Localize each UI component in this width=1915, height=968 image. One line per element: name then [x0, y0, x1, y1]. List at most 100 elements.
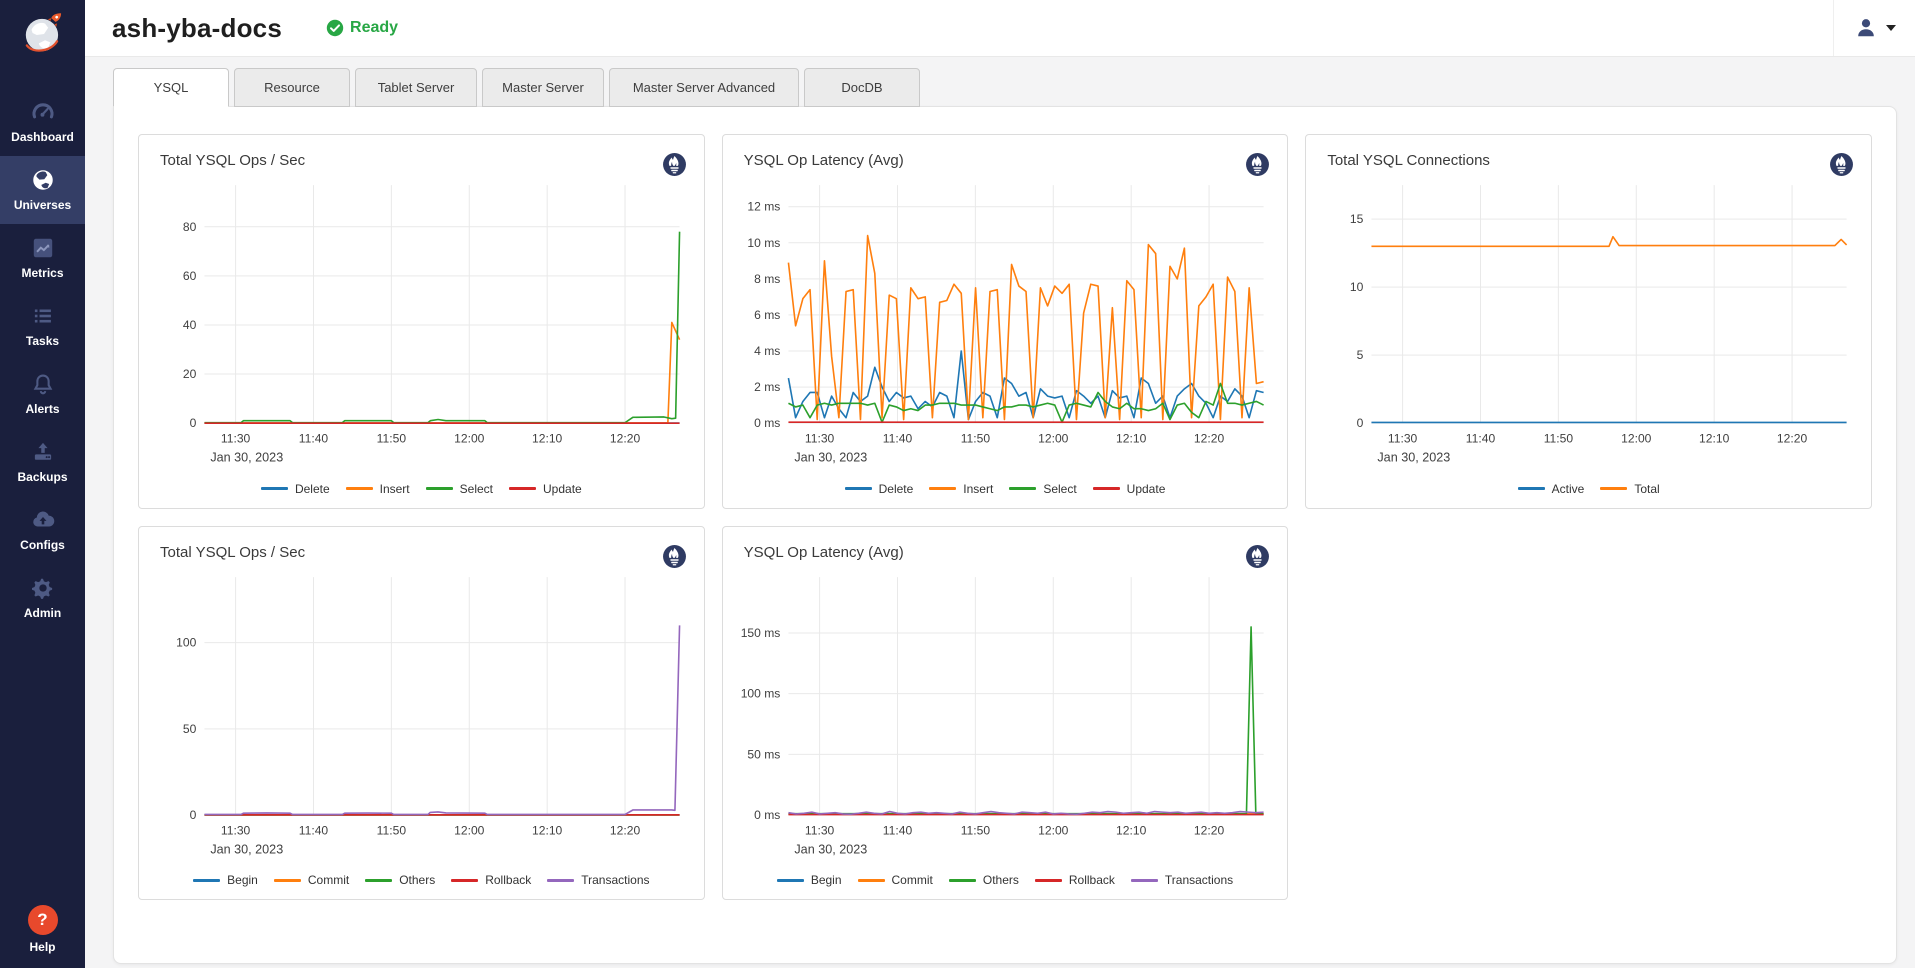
charts-grid: Total YSQL Ops / Sec 11:3011:4011:5012:0…: [138, 134, 1872, 900]
svg-text:11:50: 11:50: [377, 431, 407, 445]
user-avatar-icon: [1853, 15, 1879, 41]
gear-icon: [30, 575, 56, 601]
legend-swatch: [858, 879, 885, 882]
svg-text:11:30: 11:30: [221, 823, 251, 837]
legend-item[interactable]: Update: [509, 482, 582, 496]
legend-item[interactable]: Others: [365, 873, 435, 887]
legend-item[interactable]: Update: [1093, 482, 1166, 496]
tab-content-card: Total YSQL Ops / Sec 11:3011:4011:5012:0…: [113, 106, 1897, 964]
svg-text:10 ms: 10 ms: [747, 236, 780, 250]
legend-item[interactable]: Rollback: [451, 873, 531, 887]
legend-swatch: [346, 487, 373, 490]
prometheus-link-icon[interactable]: [1245, 152, 1270, 177]
sidebar-item-alerts[interactable]: Alerts: [0, 360, 85, 428]
tab-master-server[interactable]: Master Server: [482, 68, 604, 107]
chart-canvas: 11:3011:4011:5012:0012:1012:200 ms2 ms4 …: [738, 177, 1273, 480]
legend-swatch: [426, 487, 453, 490]
legend-swatch: [193, 879, 220, 882]
legend-item[interactable]: Delete: [261, 482, 330, 496]
svg-text:11:40: 11:40: [299, 823, 329, 837]
chart-legend: Active Total: [1321, 480, 1856, 502]
chart-legend: Begin Commit Others Rollback Transactions: [738, 871, 1273, 893]
tab-master-server-advanced[interactable]: Master Server Advanced: [609, 68, 799, 107]
prometheus-link-icon[interactable]: [662, 544, 687, 569]
legend-item[interactable]: Commit: [858, 873, 933, 887]
svg-text:12:20: 12:20: [1194, 823, 1225, 837]
metrics-tabs: YSQL Resource Tablet Server Master Serve…: [113, 68, 1897, 107]
legend-item[interactable]: Rollback: [1035, 873, 1115, 887]
legend-item[interactable]: Transactions: [547, 873, 649, 887]
legend-item[interactable]: Transactions: [1131, 873, 1233, 887]
chart-canvas: 11:3011:4011:5012:0012:1012:20050100Jan …: [154, 569, 689, 872]
svg-text:11:50: 11:50: [960, 823, 990, 837]
svg-text:100 ms: 100 ms: [740, 686, 780, 700]
cloud-upload-icon: [30, 507, 56, 533]
legend-item[interactable]: Others: [949, 873, 1019, 887]
svg-text:11:40: 11:40: [299, 431, 329, 445]
yugabyte-logo[interactable]: [0, 0, 85, 62]
help-question-icon: ?: [28, 905, 58, 935]
legend-swatch: [274, 879, 301, 882]
legend-swatch: [929, 487, 956, 490]
svg-text:20: 20: [183, 367, 197, 381]
legend-item[interactable]: Active: [1518, 482, 1585, 496]
legend-item[interactable]: Begin: [777, 873, 842, 887]
svg-text:12:20: 12:20: [1194, 431, 1225, 445]
svg-text:40: 40: [183, 318, 197, 332]
svg-text:11:50: 11:50: [960, 431, 990, 445]
svg-text:Jan 30, 2023: Jan 30, 2023: [794, 450, 867, 464]
legend-item[interactable]: Delete: [845, 482, 914, 496]
svg-text:100: 100: [176, 635, 196, 649]
sidebar-item-metrics[interactable]: Metrics: [0, 224, 85, 292]
legend-label: Select: [1043, 482, 1076, 496]
legend-item[interactable]: Commit: [274, 873, 349, 887]
legend-item[interactable]: Select: [1009, 482, 1076, 496]
svg-text:12:10: 12:10: [532, 431, 563, 445]
sidebar-item-label: Metrics: [21, 266, 63, 280]
svg-text:0: 0: [190, 808, 197, 822]
tab-docdb[interactable]: DocDB: [804, 68, 920, 107]
sidebar-item-universes[interactable]: Universes: [0, 156, 85, 224]
svg-text:150 ms: 150 ms: [740, 626, 780, 640]
sidebar-nav: Dashboard Universes Metrics Tasks Alerts: [0, 88, 85, 632]
legend-item[interactable]: Insert: [929, 482, 993, 496]
legend-item[interactable]: Insert: [346, 482, 410, 496]
svg-text:12:00: 12:00: [1038, 823, 1069, 837]
svg-text:12:00: 12:00: [454, 431, 485, 445]
sidebar-item-help[interactable]: ? Help: [0, 895, 85, 968]
tab-tablet-server[interactable]: Tablet Server: [355, 68, 477, 107]
legend-swatch: [777, 879, 804, 882]
sidebar-item-admin[interactable]: Admin: [0, 564, 85, 632]
sidebar-item-tasks[interactable]: Tasks: [0, 292, 85, 360]
sidebar-item-label: Alerts: [25, 402, 59, 416]
tab-ysql[interactable]: YSQL: [113, 68, 229, 107]
main-area: ash-yba-docs Ready YSQL Resource Tablet …: [85, 0, 1915, 968]
svg-text:11:40: 11:40: [882, 823, 912, 837]
content: YSQL Resource Tablet Server Master Serve…: [85, 57, 1915, 968]
legend-label: Insert: [380, 482, 410, 496]
legend-item[interactable]: Select: [426, 482, 493, 496]
svg-text:12:10: 12:10: [1699, 431, 1730, 445]
svg-text:12:00: 12:00: [454, 823, 485, 837]
prometheus-link-icon[interactable]: [1829, 152, 1854, 177]
prometheus-link-icon[interactable]: [662, 152, 687, 177]
sidebar-item-configs[interactable]: Configs: [0, 496, 85, 564]
sidebar-item-label: Backups: [17, 470, 67, 484]
legend-label: Select: [460, 482, 493, 496]
legend-swatch: [1009, 487, 1036, 490]
chevron-down-icon: [1886, 25, 1896, 31]
svg-text:11:30: 11:30: [221, 431, 251, 445]
svg-text:11:50: 11:50: [1544, 431, 1574, 445]
legend-label: Others: [983, 873, 1019, 887]
legend-item[interactable]: Begin: [193, 873, 258, 887]
legend-item[interactable]: Total: [1600, 482, 1659, 496]
tab-resource[interactable]: Resource: [234, 68, 350, 107]
prometheus-link-icon[interactable]: [1245, 544, 1270, 569]
chart-title: Total YSQL Connections: [1327, 152, 1490, 169]
sidebar-item-dashboard[interactable]: Dashboard: [0, 88, 85, 156]
sidebar-item-backups[interactable]: Backups: [0, 428, 85, 496]
sidebar-item-label: Admin: [24, 606, 61, 620]
svg-text:12:20: 12:20: [1777, 431, 1808, 445]
user-menu[interactable]: [1833, 0, 1915, 56]
svg-text:0 ms: 0 ms: [754, 808, 780, 822]
